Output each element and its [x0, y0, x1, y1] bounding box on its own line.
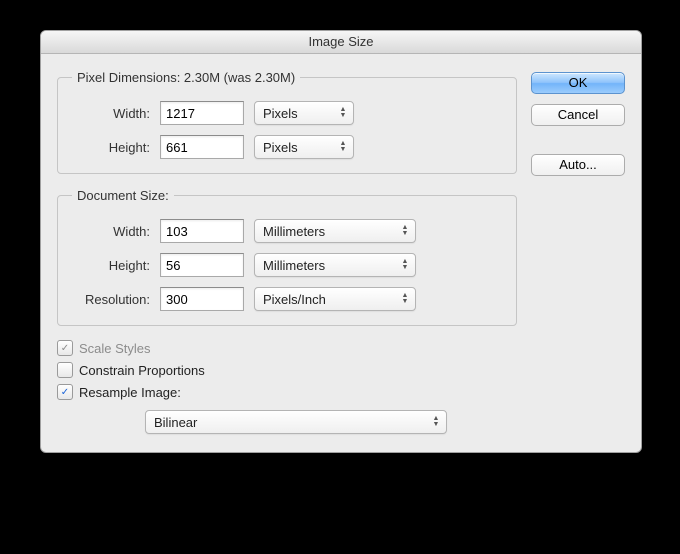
right-column: OK Cancel Auto... — [531, 70, 625, 434]
constrain-proportions-label: Constrain Proportions — [79, 363, 205, 378]
pixel-width-input[interactable] — [160, 101, 244, 125]
doc-width-unit-select[interactable]: Millimeters ▲▼ — [254, 219, 416, 243]
pixel-dimensions-group: Pixel Dimensions: 2.30M (was 2.30M) Widt… — [57, 70, 517, 174]
pixel-width-unit-select[interactable]: Pixels ▲▼ — [254, 101, 354, 125]
resample-method-value: Bilinear — [154, 415, 197, 430]
doc-height-label: Height: — [72, 258, 150, 273]
pixel-height-unit-value: Pixels — [263, 140, 298, 155]
stepper-arrows-icon: ▲▼ — [397, 254, 413, 276]
stepper-arrows-icon: ▲▼ — [335, 102, 351, 124]
resample-method-row: Bilinear ▲▼ — [57, 410, 517, 434]
stepper-arrows-icon: ▲▼ — [397, 220, 413, 242]
dialog-title: Image Size — [41, 31, 641, 54]
doc-height-unit-value: Millimeters — [263, 258, 325, 273]
document-size-legend: Document Size: — [72, 188, 174, 203]
stepper-arrows-icon: ▲▼ — [335, 136, 351, 158]
auto-button[interactable]: Auto... — [531, 154, 625, 176]
pixel-height-label: Height: — [72, 140, 150, 155]
doc-width-unit-value: Millimeters — [263, 224, 325, 239]
resample-method-select[interactable]: Bilinear ▲▼ — [145, 410, 447, 434]
resample-image-row: ✓ Resample Image: — [57, 384, 517, 400]
scale-styles-row: ✓ Scale Styles — [57, 340, 517, 356]
document-size-group: Document Size: Width: Millimeters ▲▼ Hei… — [57, 188, 517, 326]
doc-width-row: Width: Millimeters ▲▼ — [72, 219, 502, 243]
doc-height-row: Height: Millimeters ▲▼ — [72, 253, 502, 277]
button-spacer — [531, 136, 625, 144]
resample-image-checkbox[interactable]: ✓ — [57, 384, 73, 400]
pixel-dimensions-legend: Pixel Dimensions: 2.30M (was 2.30M) — [72, 70, 300, 85]
doc-width-label: Width: — [72, 224, 150, 239]
pixel-width-row: Width: Pixels ▲▼ — [72, 101, 502, 125]
pixel-height-row: Height: Pixels ▲▼ — [72, 135, 502, 159]
pixel-width-unit-value: Pixels — [263, 106, 298, 121]
constrain-proportions-row: Constrain Proportions — [57, 362, 517, 378]
left-column: Pixel Dimensions: 2.30M (was 2.30M) Widt… — [57, 70, 517, 434]
pixel-height-input[interactable] — [160, 135, 244, 159]
doc-resolution-unit-select[interactable]: Pixels/Inch ▲▼ — [254, 287, 416, 311]
ok-button[interactable]: OK — [531, 72, 625, 94]
stepper-arrows-icon: ▲▼ — [428, 411, 444, 433]
cancel-button[interactable]: Cancel — [531, 104, 625, 126]
options-group: ✓ Scale Styles Constrain Proportions ✓ R… — [57, 340, 517, 434]
doc-resolution-row: Resolution: Pixels/Inch ▲▼ — [72, 287, 502, 311]
pixel-height-unit-select[interactable]: Pixels ▲▼ — [254, 135, 354, 159]
doc-width-input[interactable] — [160, 219, 244, 243]
doc-resolution-unit-value: Pixels/Inch — [263, 292, 326, 307]
scale-styles-label: Scale Styles — [79, 341, 151, 356]
dialog-body: Pixel Dimensions: 2.30M (was 2.30M) Widt… — [41, 54, 641, 452]
pixel-width-label: Width: — [72, 106, 150, 121]
image-size-dialog: Image Size Pixel Dimensions: 2.30M (was … — [40, 30, 642, 453]
resample-image-label: Resample Image: — [79, 385, 181, 400]
doc-resolution-label: Resolution: — [72, 292, 150, 307]
constrain-proportions-checkbox[interactable] — [57, 362, 73, 378]
doc-resolution-input[interactable] — [160, 287, 244, 311]
doc-height-unit-select[interactable]: Millimeters ▲▼ — [254, 253, 416, 277]
doc-height-input[interactable] — [160, 253, 244, 277]
stepper-arrows-icon: ▲▼ — [397, 288, 413, 310]
scale-styles-checkbox: ✓ — [57, 340, 73, 356]
